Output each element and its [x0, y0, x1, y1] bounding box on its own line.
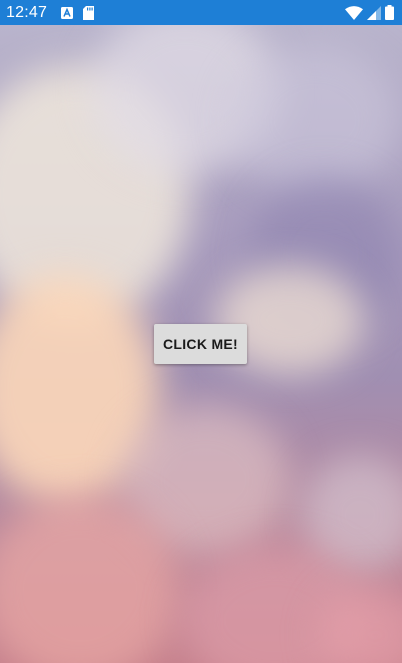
status-right-icons	[345, 5, 394, 20]
sd-card-icon	[83, 5, 95, 20]
a-notification-icon	[61, 6, 74, 19]
battery-icon	[385, 5, 394, 20]
status-left-icons	[61, 5, 95, 20]
status-time: 12:47	[6, 3, 48, 21]
cloud-shape	[230, 45, 400, 195]
click-me-button[interactable]: CLICK ME!	[154, 324, 247, 364]
cellular-signal-icon	[367, 5, 381, 20]
phone-screen: 12:47 CLICK ME!	[0, 0, 402, 663]
status-bar: 12:47	[0, 0, 402, 25]
wifi-icon	[345, 5, 363, 20]
